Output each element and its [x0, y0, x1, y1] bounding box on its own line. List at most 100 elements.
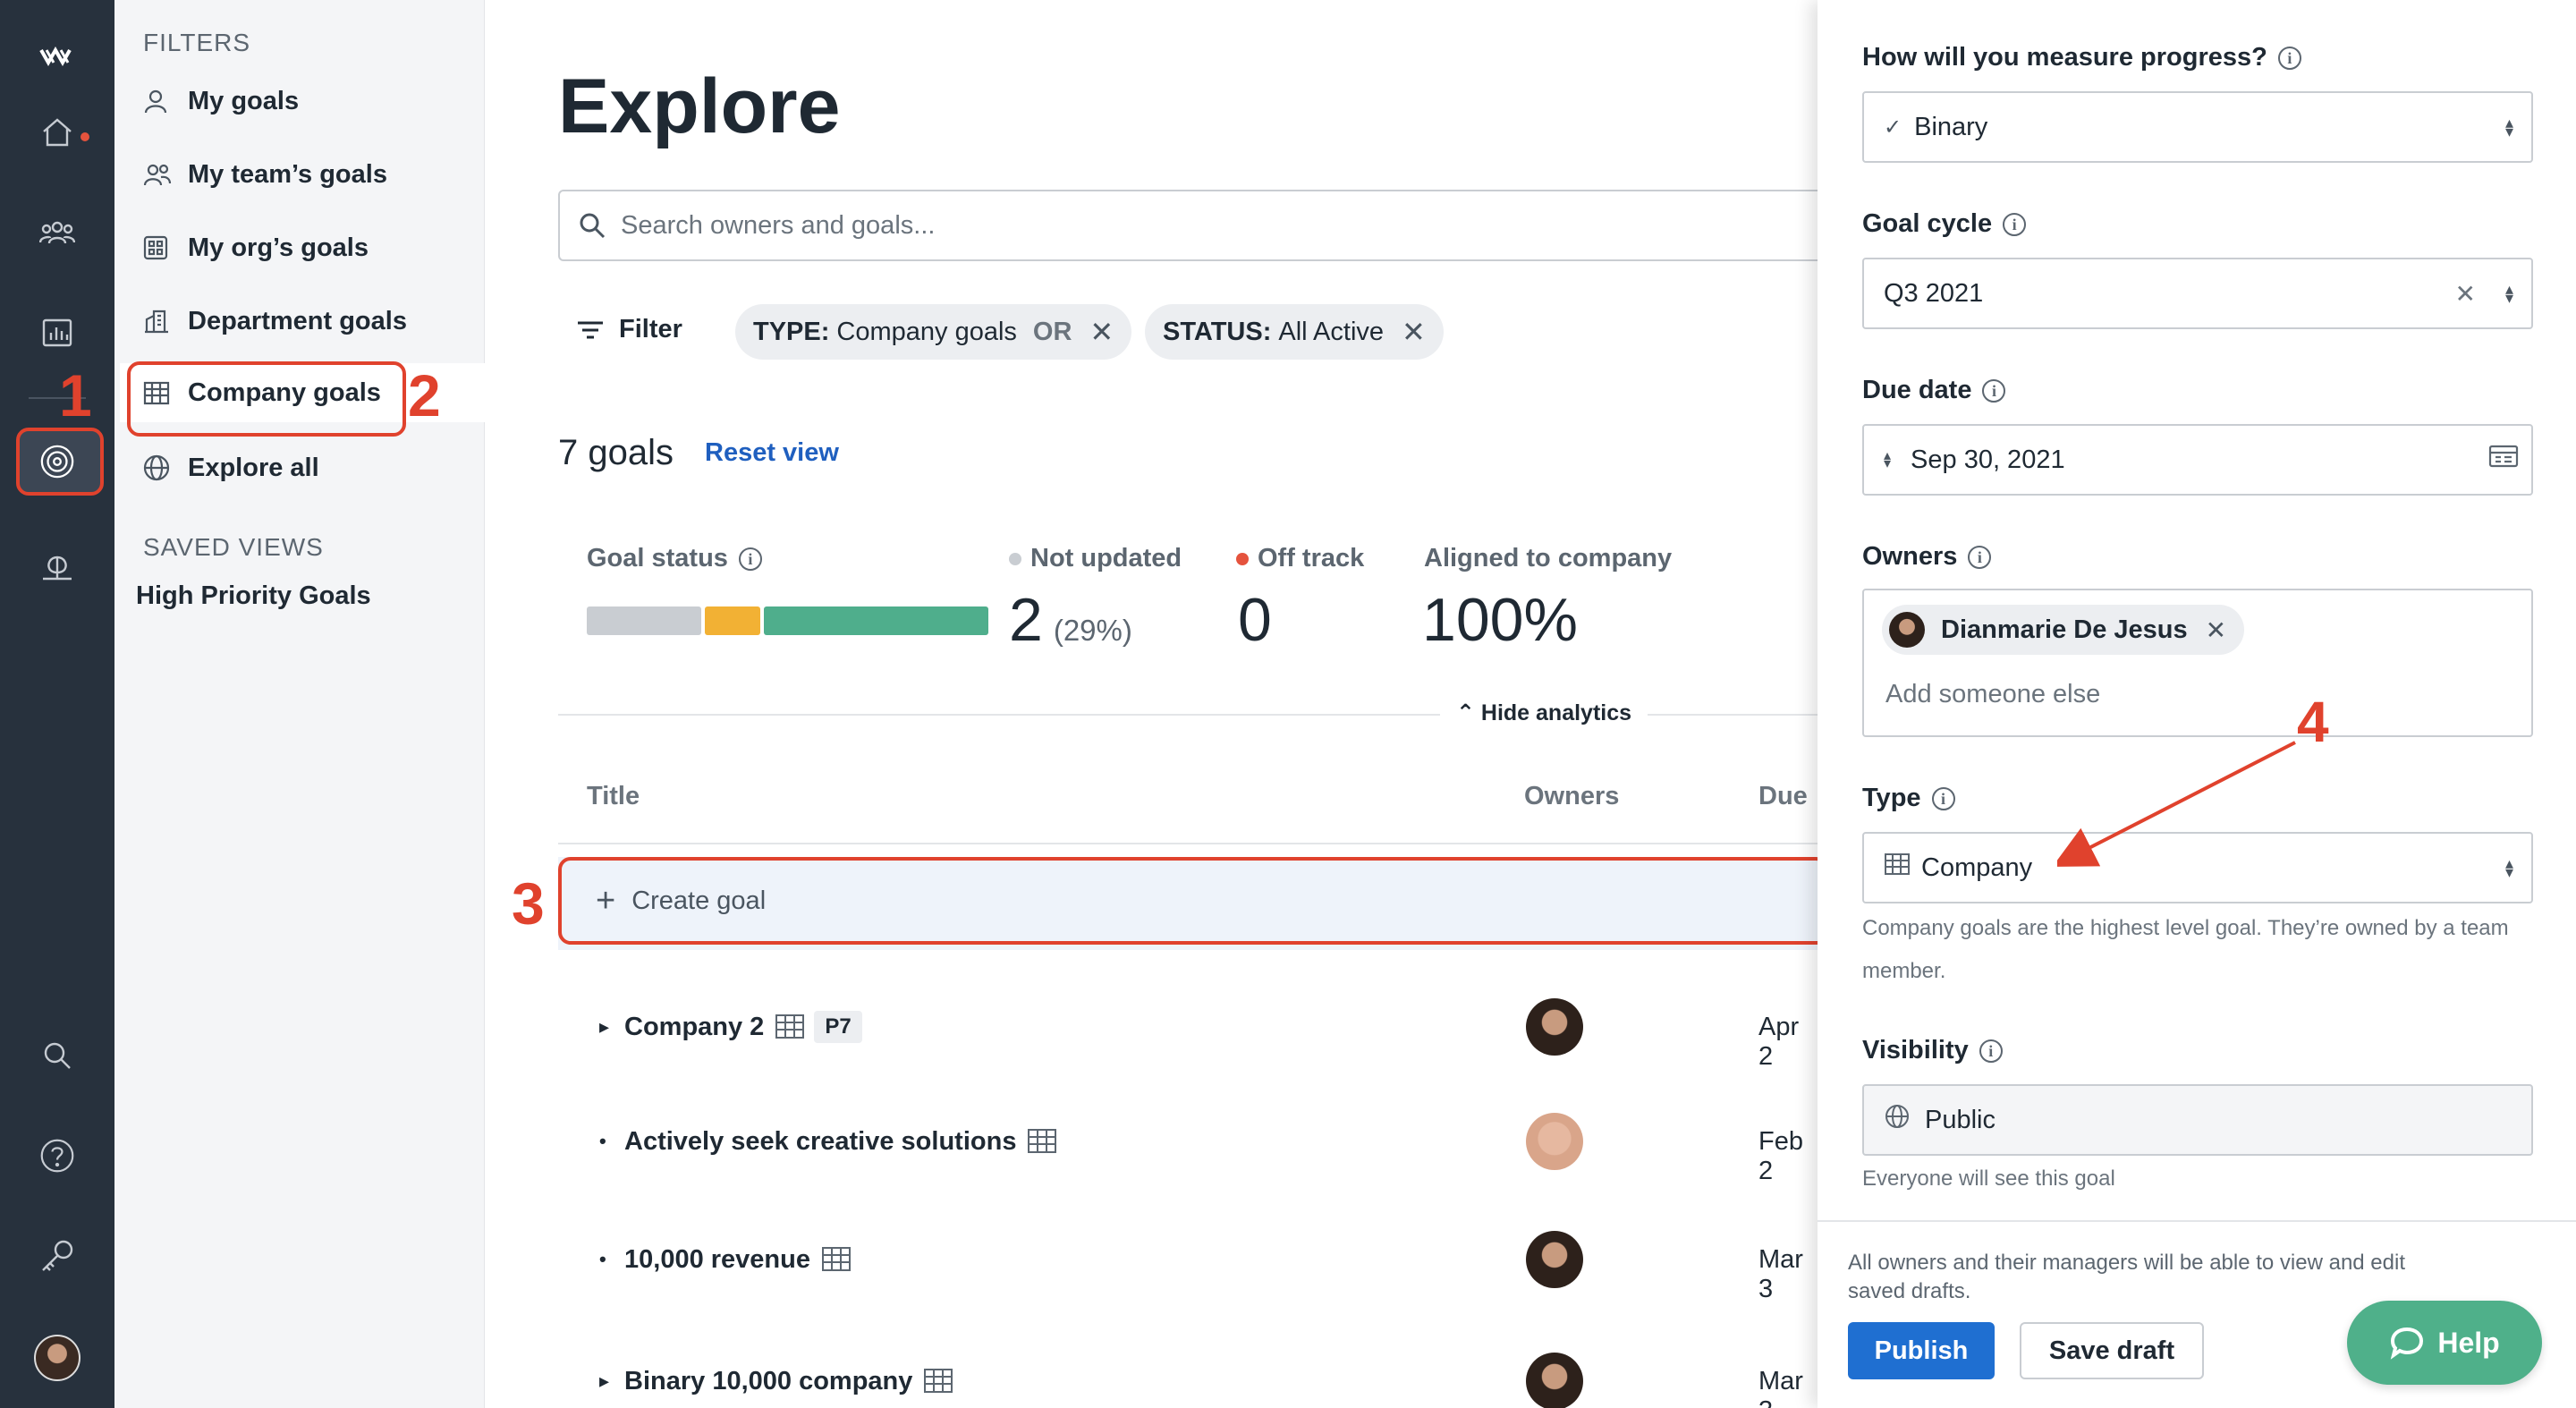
filter-my-orgs-goals[interactable]: My org’s goals	[134, 218, 474, 277]
owner-avatar[interactable]	[1526, 1231, 1583, 1288]
owner-chip[interactable]: Dianmarie De Jesus ✕	[1882, 605, 2245, 655]
owner-avatar[interactable]	[1526, 998, 1583, 1056]
aligned-value: 100%	[1422, 586, 1578, 654]
goal-status-bar	[587, 606, 988, 635]
table-row[interactable]: • Actively seek creative solutions	[599, 1115, 1057, 1168]
search-icon[interactable]	[39, 1038, 75, 1073]
department-icon	[143, 307, 182, 335]
goal-cycle-select[interactable]: Q3 2021 ✕ ▴ ▾	[1862, 258, 2533, 329]
search-icon	[580, 213, 606, 239]
filter-explore-all[interactable]: Explore all	[134, 438, 474, 497]
info-icon[interactable]: i	[1968, 545, 1992, 569]
owners-field[interactable]: Dianmarie De Jesus ✕ Add someone else	[1862, 589, 2533, 737]
plus-icon: +	[596, 881, 616, 920]
select-arrows-icon: ▴ ▾	[2504, 280, 2513, 307]
priority-tag: P7	[814, 1011, 862, 1043]
user-avatar[interactable]	[34, 1335, 80, 1381]
saved-views-heading: SAVED VIEWS	[143, 533, 324, 561]
expand-caret-icon[interactable]: ▸	[599, 1015, 624, 1039]
growth-icon[interactable]	[39, 547, 75, 583]
check-icon: ✓	[1884, 115, 1902, 140]
visibility-label: Visibility i	[1862, 1036, 2003, 1065]
visibility-field: Public	[1862, 1084, 2533, 1156]
due-date: Mar 3	[1758, 1367, 1803, 1408]
filters-panel: FILTERS My goals My team’s goals My org’…	[114, 0, 490, 1408]
due-date: Mar 3	[1758, 1245, 1803, 1303]
bullet-icon: •	[599, 1130, 606, 1152]
globe-icon	[1884, 1103, 1911, 1137]
app-rail	[0, 0, 114, 1408]
select-arrows-icon: ▴ ▾	[2504, 114, 2513, 140]
home-icon[interactable]	[39, 115, 75, 150]
cycle-label: Goal cycle i	[1862, 209, 2027, 239]
goal-title[interactable]: Actively seek creative solutions	[624, 1127, 1016, 1157]
column-owners[interactable]: Owners	[1524, 782, 1619, 811]
off-track-value: 0	[1238, 586, 1272, 654]
help-button[interactable]: Help	[2347, 1301, 2542, 1385]
owner-avatar[interactable]	[1526, 1353, 1583, 1408]
owner-avatar[interactable]	[1526, 1113, 1583, 1170]
goal-status-label: Goal status i	[587, 544, 762, 573]
building-icon	[1027, 1127, 1057, 1156]
due-date: Apr 2	[1758, 1013, 1800, 1071]
status-segment-on-track	[764, 606, 988, 635]
remove-chip-icon[interactable]: ✕	[1089, 315, 1114, 349]
due-date-field[interactable]: ▴ ▾ Sep 30, 2021	[1862, 424, 2533, 496]
measure-select[interactable]: ✓ Binary ▴ ▾	[1862, 91, 2533, 163]
publish-button[interactable]: Publish	[1848, 1322, 1995, 1379]
not-updated-value: 2 (29%)	[1009, 586, 1132, 654]
key-icon[interactable]	[39, 1238, 75, 1274]
column-due[interactable]: Due	[1758, 782, 1808, 811]
info-icon[interactable]: i	[1982, 378, 2006, 403]
column-title[interactable]: Title	[587, 782, 640, 811]
info-icon[interactable]: i	[738, 547, 762, 571]
bullet-icon: •	[599, 1248, 606, 1270]
reset-view-link[interactable]: Reset view	[705, 438, 839, 468]
help-question-icon[interactable]	[39, 1138, 75, 1174]
expand-caret-icon[interactable]: ▸	[599, 1370, 624, 1393]
filters-heading: FILTERS	[143, 29, 251, 56]
reports-icon[interactable]	[39, 315, 75, 351]
type-filter-chip[interactable]: TYPE: Company goals OR ✕	[735, 304, 1132, 360]
globe-icon	[143, 454, 182, 482]
goal-title[interactable]: Company 2	[624, 1013, 764, 1042]
logo-icon[interactable]	[39, 39, 75, 75]
info-icon[interactable]: i	[1931, 786, 1955, 810]
info-icon[interactable]: i	[2277, 46, 2301, 70]
goal-title[interactable]: Binary 10,000 company	[624, 1367, 912, 1396]
notification-dot	[80, 132, 89, 141]
status-filter-chip[interactable]: STATUS: All Active ✕	[1145, 304, 1444, 360]
info-icon[interactable]: i	[2003, 212, 2027, 236]
off-track-label: Off track	[1236, 544, 1364, 573]
remove-chip-icon[interactable]: ✕	[1402, 315, 1426, 349]
filter-button[interactable]: Filter	[576, 315, 682, 344]
chat-bubble-icon	[2391, 1327, 2424, 1360]
search-input[interactable]: Search owners and goals...	[558, 190, 1864, 261]
remove-owner-icon[interactable]: ✕	[2206, 615, 2226, 645]
filter-my-goals[interactable]: My goals	[134, 72, 474, 131]
table-row[interactable]: ▸ Company 2 P7	[599, 1000, 862, 1054]
goals-target-icon[interactable]	[39, 444, 75, 479]
page-title: Explore	[558, 64, 841, 149]
clear-icon[interactable]: ✕	[2455, 279, 2476, 309]
calendar-icon[interactable]	[2488, 444, 2519, 476]
filter-my-teams-goals[interactable]: My team’s goals	[134, 145, 474, 204]
building-icon	[821, 1245, 852, 1274]
table-row[interactable]: ▸ Binary 10,000 company	[599, 1354, 953, 1408]
hide-analytics-toggle[interactable]: ⌃ Hide analytics	[1440, 700, 1648, 726]
saved-view-item[interactable]: High Priority Goals	[136, 581, 371, 611]
people-icon[interactable]	[39, 215, 75, 250]
save-draft-button[interactable]: Save draft	[2020, 1322, 2204, 1379]
create-goal-button[interactable]: + Create goal	[558, 857, 1828, 945]
info-icon[interactable]: i	[1979, 1039, 2003, 1063]
filter-lines-icon	[578, 321, 603, 338]
goal-title[interactable]: 10,000 revenue	[624, 1245, 810, 1275]
building-icon	[923, 1367, 953, 1395]
gray-status-dot	[1009, 552, 1021, 565]
annotation-2: 2	[408, 362, 441, 428]
building-icon	[775, 1013, 805, 1041]
filter-department-goals[interactable]: Department goals	[134, 292, 474, 351]
main-content: Explore Search owners and goals... Filte…	[485, 0, 1864, 1408]
add-owner-input[interactable]: Add someone else	[1885, 680, 2100, 709]
table-row[interactable]: • 10,000 revenue	[599, 1233, 852, 1286]
